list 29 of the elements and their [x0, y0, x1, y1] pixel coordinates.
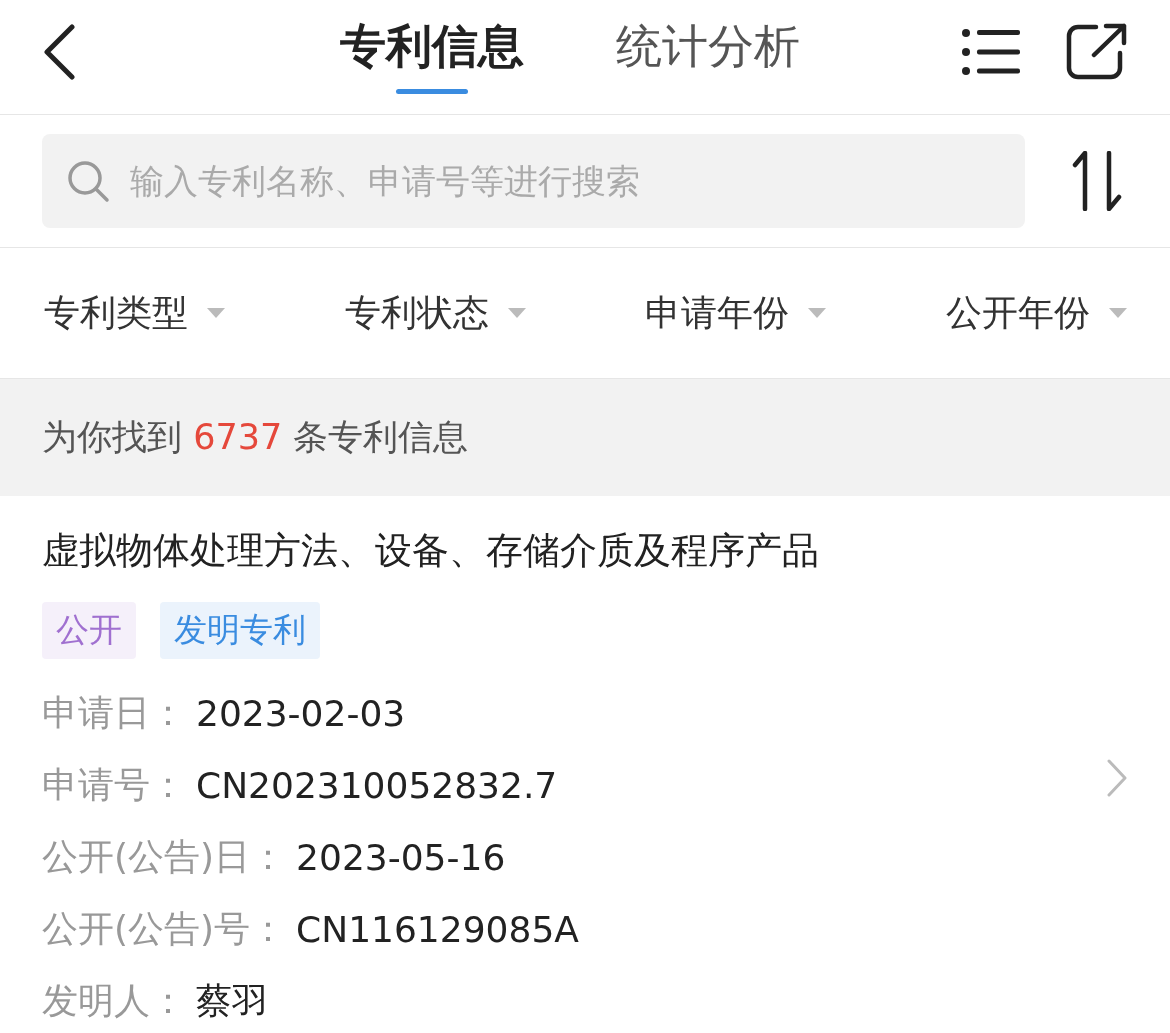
result-count-text: 为你找到 6737 条专利信息 [42, 416, 469, 459]
tab[interactable]: 统计分析 [616, 16, 800, 104]
field-label: 发明人： [42, 978, 186, 1023]
filter-dropdown[interactable]: 专利类型 [44, 288, 226, 338]
tag: 发明专利 [160, 602, 320, 659]
field-value: 蔡羽 [196, 978, 268, 1023]
caret-icon [1107, 307, 1128, 319]
field-label: 公开(公告)号： [42, 906, 287, 951]
sort-icon[interactable] [1071, 151, 1123, 211]
share-icon[interactable] [1066, 23, 1128, 81]
back-icon[interactable] [42, 24, 76, 80]
field-label: 申请号： [42, 762, 186, 807]
field-value: CN202310052832.7 [196, 764, 558, 806]
field-label: 申请日： [42, 690, 186, 735]
tab[interactable]: 专利信息 [340, 16, 524, 104]
caret-icon [206, 307, 226, 319]
caret-icon [807, 307, 828, 319]
field-value: 2023-05-16 [296, 836, 506, 878]
search-field[interactable]: 输入专利名称、申请号等进行搜索 [42, 134, 1025, 228]
field-label: 公开(公告)日： [42, 834, 287, 879]
list-icon[interactable] [962, 28, 1020, 76]
field-value: CN116129085A [296, 908, 579, 950]
patent-title[interactable]: 虚拟物体处理方法、设备、存储介质及程序产品 [42, 526, 1128, 576]
tag: 公开 [42, 602, 136, 659]
caret-icon [506, 307, 527, 319]
filter-dropdown[interactable]: 专利状态 [344, 288, 527, 338]
field-value: 2023-02-03 [196, 692, 406, 734]
filter-dropdown[interactable]: 公开年份 [945, 288, 1128, 338]
filter-dropdown[interactable]: 申请年份 [645, 288, 828, 338]
